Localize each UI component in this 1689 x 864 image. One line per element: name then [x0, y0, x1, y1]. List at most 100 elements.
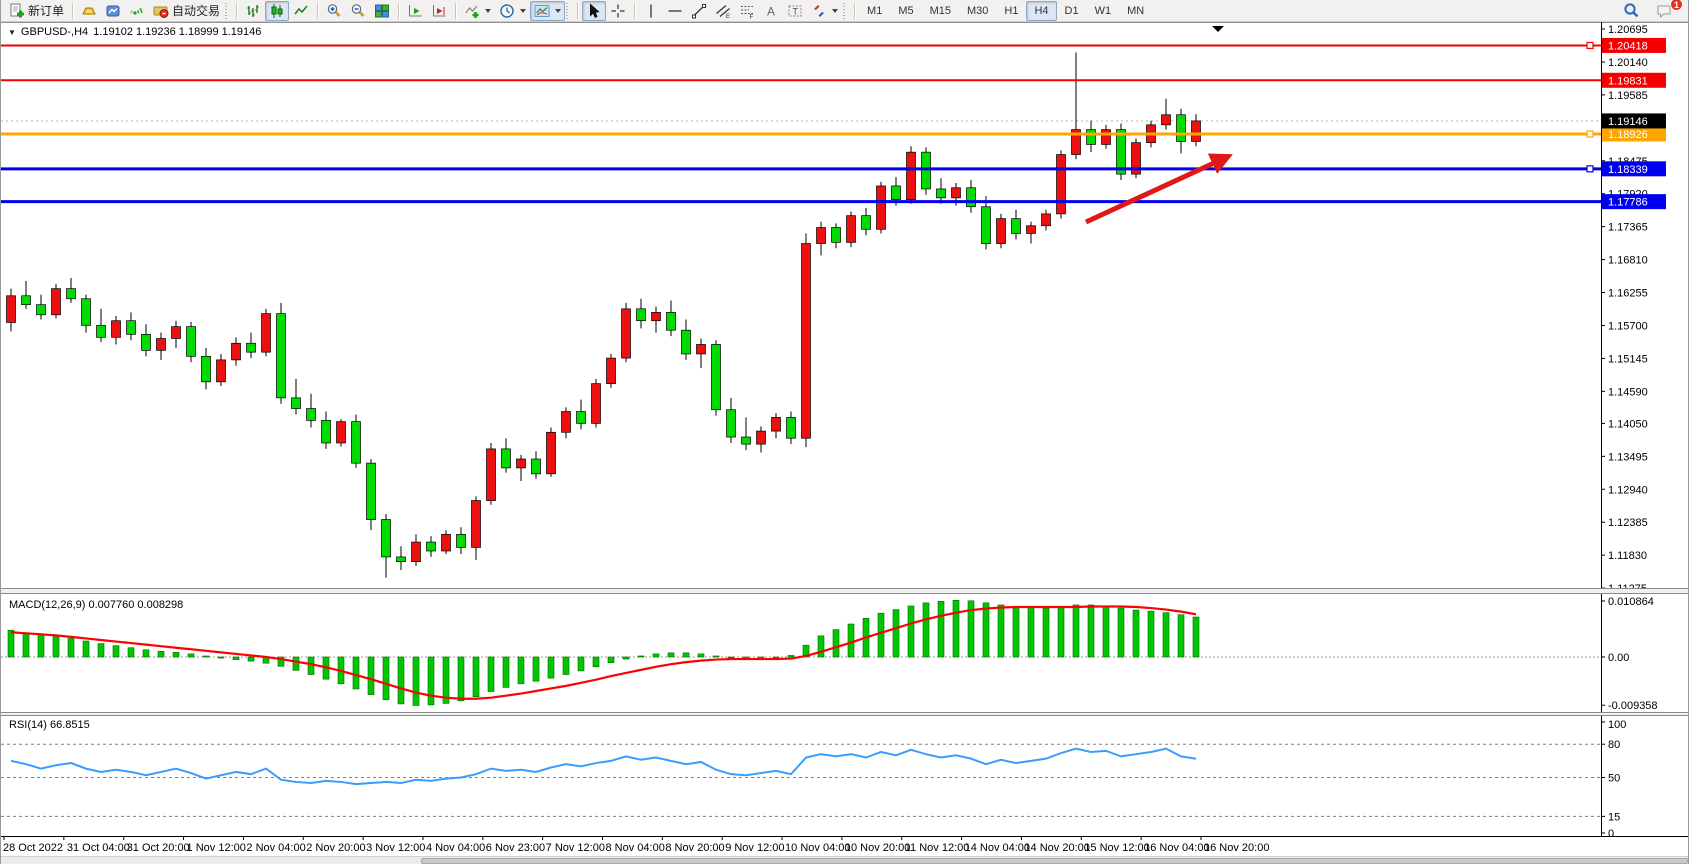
- scrollbar-thumb[interactable]: [421, 858, 1688, 864]
- time-tick-label: 31 Oct 04:00: [67, 842, 130, 854]
- price-tick-label: 1.11830: [1608, 550, 1647, 562]
- latest-bar-marker: [1212, 26, 1224, 32]
- chart-window-icon: [105, 3, 121, 19]
- text-tool-button[interactable]: A: [759, 1, 783, 21]
- horizontal-scrollbar[interactable]: [1, 856, 1689, 864]
- timeframe-button-m5[interactable]: M5: [890, 1, 921, 21]
- signal-icon: [129, 3, 145, 19]
- timeframe-button-h1[interactable]: H1: [996, 1, 1026, 21]
- template-icon: [534, 3, 550, 19]
- cursor-tool-button[interactable]: [582, 1, 606, 21]
- price-tick-label: 1.20140: [1608, 57, 1648, 69]
- price-tick-label: 1.14050: [1608, 418, 1648, 430]
- timeframe-label: H4: [1030, 5, 1052, 17]
- notifications-button[interactable]: 1: [1652, 1, 1678, 21]
- new-order-icon: [9, 3, 25, 19]
- crosshair-tool-button[interactable]: [606, 1, 630, 21]
- chart-shift-button[interactable]: [427, 1, 451, 21]
- timeframe-button-h4[interactable]: H4: [1026, 1, 1056, 21]
- templates-button[interactable]: [530, 1, 565, 21]
- svg-text:F: F: [750, 14, 754, 19]
- chart-symbol-period: GBPUSD-,H4: [21, 26, 88, 38]
- price-tick-label: 1.19585: [1608, 90, 1648, 102]
- time-tick-label: 6 Nov 23:00: [486, 842, 545, 854]
- gold-ingot-icon: [81, 3, 97, 19]
- time-axis[interactable]: 28 Oct 202231 Oct 04:0031 Oct 20:001 Nov…: [1, 836, 1689, 854]
- time-tick-label: 31 Oct 20:00: [127, 842, 190, 854]
- arrows-tool-button[interactable]: [807, 1, 842, 21]
- time-tick-label: 2 Nov 04:00: [246, 842, 305, 854]
- timeframe-button-w1[interactable]: W1: [1087, 1, 1120, 21]
- rsi-scale-label: 0: [1608, 828, 1614, 840]
- vertical-line-tool-button[interactable]: [639, 1, 663, 21]
- chart-ohlc-values: 1.19102 1.19236 1.18999 1.19146: [93, 26, 261, 38]
- time-tick-label: 8 Nov 04:00: [606, 842, 665, 854]
- new-order-button[interactable]: 新订单: [5, 1, 68, 21]
- price-line-badge: 1.19146: [1608, 116, 1648, 128]
- price-line-badge: 1.19831: [1608, 75, 1648, 87]
- indicators-icon: [464, 3, 480, 19]
- timeframe-label: D1: [1061, 5, 1083, 17]
- text-label-tool-button[interactable]: T: [783, 1, 807, 21]
- trendline-tool-button[interactable]: [687, 1, 711, 21]
- macd-pane[interactable]: [1, 600, 1601, 705]
- signals-button[interactable]: [125, 1, 149, 21]
- rsi-scale-label: 100: [1608, 719, 1626, 731]
- macd-scale-label: 0.00: [1608, 652, 1629, 664]
- timeframe-label: M1: [863, 5, 886, 17]
- chart-area[interactable]: 1.206951.201401.195851.190301.184751.179…: [1, 22, 1689, 864]
- zoom-out-button[interactable]: [346, 1, 370, 21]
- fibonacci-tool-button[interactable]: F: [735, 1, 759, 21]
- timeframe-group: M1 M5M15M30H1 H4 D1 W1MN: [859, 1, 1152, 21]
- quotes-button[interactable]: [77, 1, 101, 21]
- charts-button[interactable]: [101, 1, 125, 21]
- time-tick-label: 11 Nov 12:00: [905, 842, 970, 854]
- zoom-in-button[interactable]: [322, 1, 346, 21]
- time-tick-label: 1 Nov 12:00: [187, 842, 246, 854]
- price-line-badge: 1.18926: [1608, 129, 1648, 141]
- search-icon: [1623, 2, 1640, 19]
- candlestick-icon: [269, 3, 285, 19]
- auto-scroll-button[interactable]: [403, 1, 427, 21]
- auto-trading-button[interactable]: 自动交易: [149, 1, 224, 21]
- horizontal-line-tool-button[interactable]: [663, 1, 687, 21]
- time-tick-label: 15 Nov 12:00: [1084, 842, 1149, 854]
- time-tick-label: 14 Nov 04:00: [965, 842, 1030, 854]
- bar-chart-mode-button[interactable]: [241, 1, 265, 21]
- timeframe-button-m15[interactable]: M15: [922, 1, 959, 21]
- search-button[interactable]: [1619, 1, 1644, 21]
- tile-windows-button[interactable]: [370, 1, 394, 21]
- time-tick-label: 4 Nov 04:00: [426, 842, 485, 854]
- timeframe-button-d1[interactable]: D1: [1057, 1, 1087, 21]
- collapse-one-click-icon[interactable]: ▼: [8, 28, 16, 37]
- chart-canvas[interactable]: 1.206951.201401.195851.190301.184751.179…: [1, 22, 1689, 864]
- arrows-dropdown-caret[interactable]: [832, 9, 838, 13]
- templates-dropdown-caret[interactable]: [555, 9, 561, 13]
- time-tick-label: 2 Nov 20:00: [306, 842, 365, 854]
- time-tick-label: 10 Nov 20:00: [845, 842, 910, 854]
- time-tick-label: 3 Nov 12:00: [366, 842, 425, 854]
- periods-dropdown-caret[interactable]: [520, 9, 526, 13]
- periods-button[interactable]: [495, 1, 530, 21]
- candlestick-mode-button[interactable]: [265, 1, 289, 21]
- timeframe-label: MN: [1123, 5, 1148, 17]
- trend-arrow-annotation[interactable]: [1086, 157, 1227, 222]
- channel-tool-button[interactable]: E: [711, 1, 735, 21]
- macd-scale-label: -0.009358: [1608, 700, 1658, 712]
- timeframe-button-m1[interactable]: M1: [859, 1, 890, 21]
- line-chart-icon: [293, 3, 309, 19]
- indicators-dropdown-caret[interactable]: [485, 9, 491, 13]
- main-price-pane[interactable]: [1, 26, 1601, 578]
- price-tick-label: 1.13495: [1608, 451, 1648, 463]
- price-axis[interactable]: 1.206951.201401.195851.190301.184751.179…: [1601, 22, 1666, 840]
- timeframe-button-mn[interactable]: MN: [1119, 1, 1152, 21]
- macd-scale-label: 0.010864: [1608, 596, 1654, 608]
- line-chart-mode-button[interactable]: [289, 1, 313, 21]
- indicators-button[interactable]: [460, 1, 495, 21]
- auto-trading-label: 自动交易: [172, 2, 220, 19]
- horizontal-line-icon: [667, 3, 683, 19]
- timeframe-button-m30[interactable]: M30: [959, 1, 996, 21]
- price-tick-label: 1.20695: [1608, 24, 1648, 36]
- price-line-badge: 1.18339: [1608, 164, 1648, 176]
- rsi-pane[interactable]: [1, 744, 1601, 816]
